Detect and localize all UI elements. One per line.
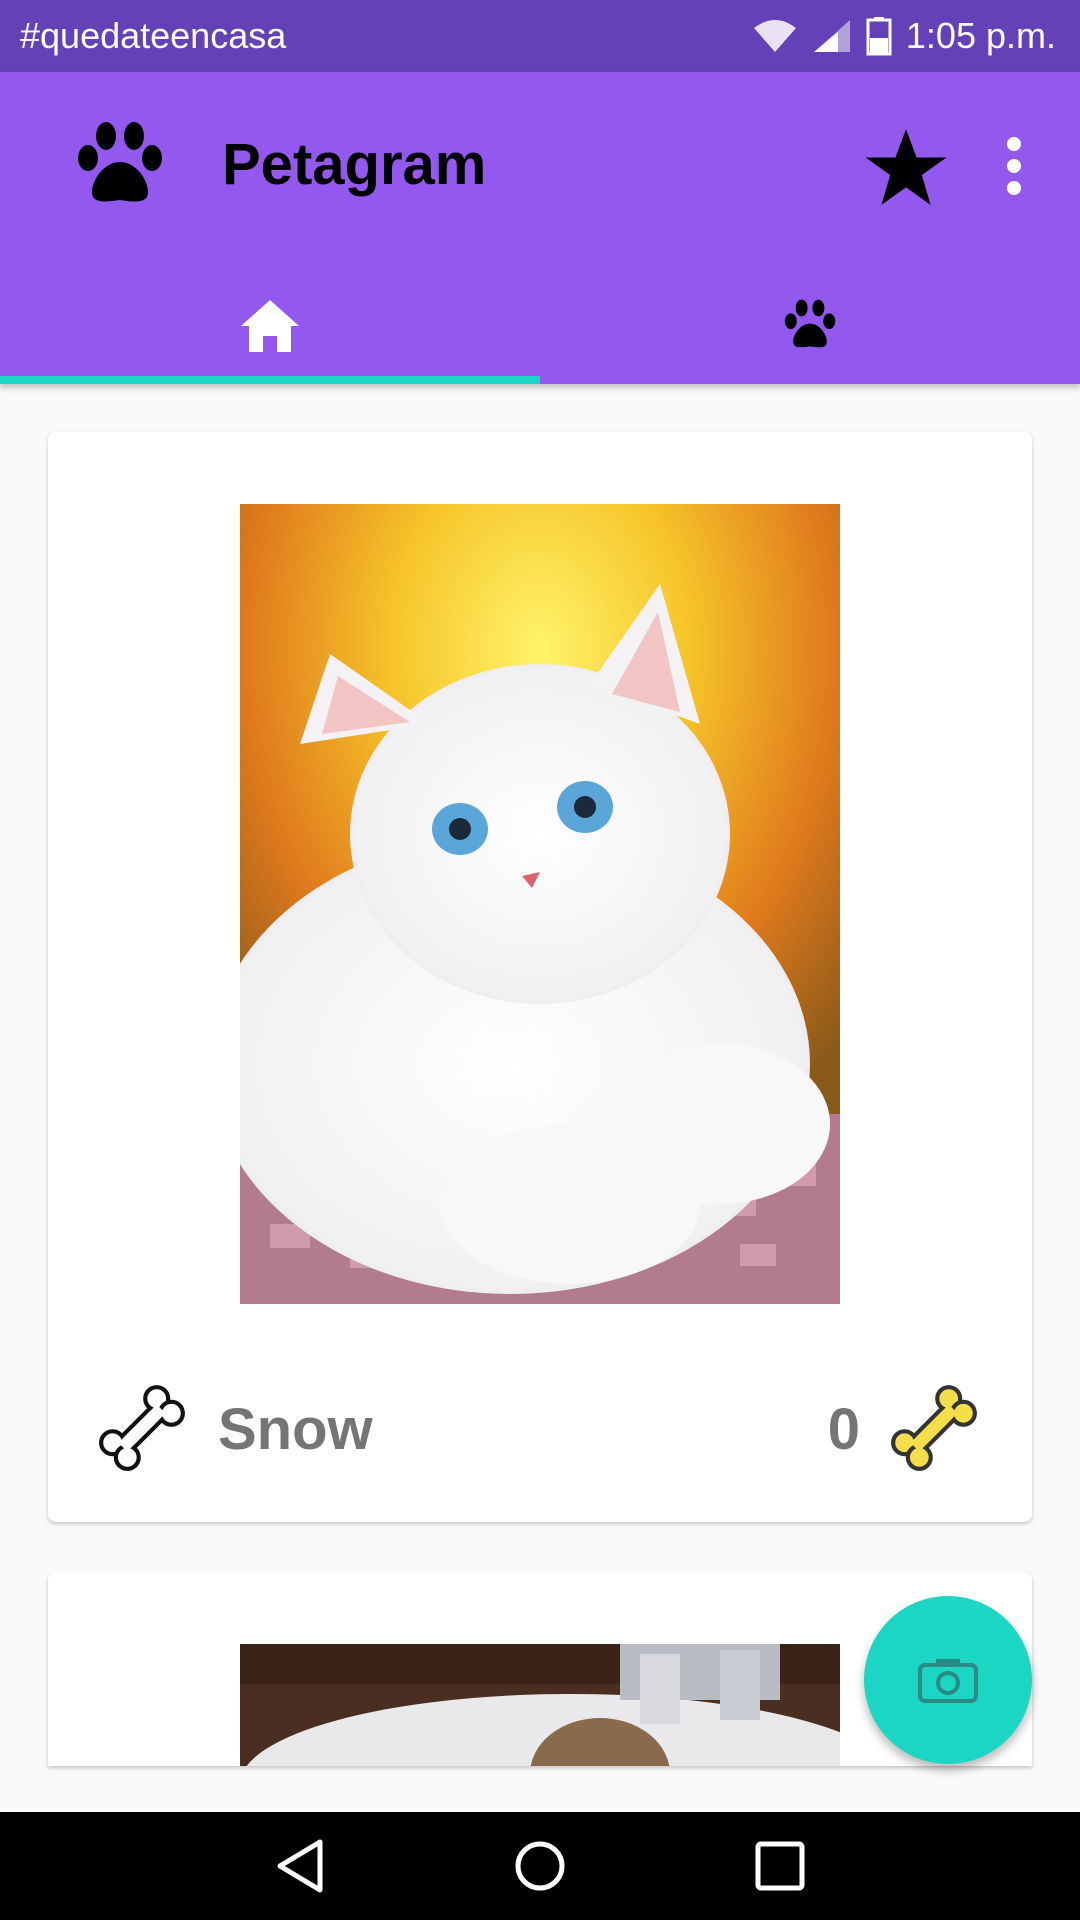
navigation-bar [0, 1812, 1080, 1920]
status-time: 1:05 p.m. [905, 15, 1056, 56]
star-icon[interactable] [862, 124, 950, 212]
recents-icon[interactable] [748, 1834, 812, 1898]
home-circle-icon[interactable] [508, 1834, 572, 1898]
camera-icon [918, 1659, 978, 1703]
bone-icon[interactable] [90, 1376, 194, 1480]
tab-pets[interactable] [540, 268, 1080, 384]
pet-name: Snow [218, 1397, 373, 1462]
signal-icon [813, 20, 850, 52]
pet-card: Snow 0 [48, 432, 1032, 1522]
battery-icon [866, 17, 892, 56]
home-icon [241, 300, 299, 352]
app-bar: Petagram [0, 72, 1080, 384]
status-bar: #quedateencasa 1:05 p.m. [0, 0, 1080, 72]
app-title: Petagram [222, 132, 487, 197]
white-cat-photo [240, 504, 840, 1304]
more-vert-icon[interactable] [990, 124, 1038, 212]
back-icon[interactable] [268, 1834, 332, 1898]
like-count: 0 [827, 1397, 860, 1462]
kitten-in-sink-photo [240, 1644, 840, 1766]
status-icons: 1:05 p.m. [752, 10, 1056, 62]
status-text: #quedateencasa [20, 15, 287, 56]
paw-icon [78, 122, 162, 202]
paw-icon [784, 299, 836, 348]
camera-button[interactable] [864, 1596, 1032, 1764]
tab-home[interactable] [0, 268, 540, 384]
wifi-icon [753, 20, 796, 52]
yellow-bone-icon [891, 1385, 977, 1471]
tab-indicator [0, 376, 540, 384]
